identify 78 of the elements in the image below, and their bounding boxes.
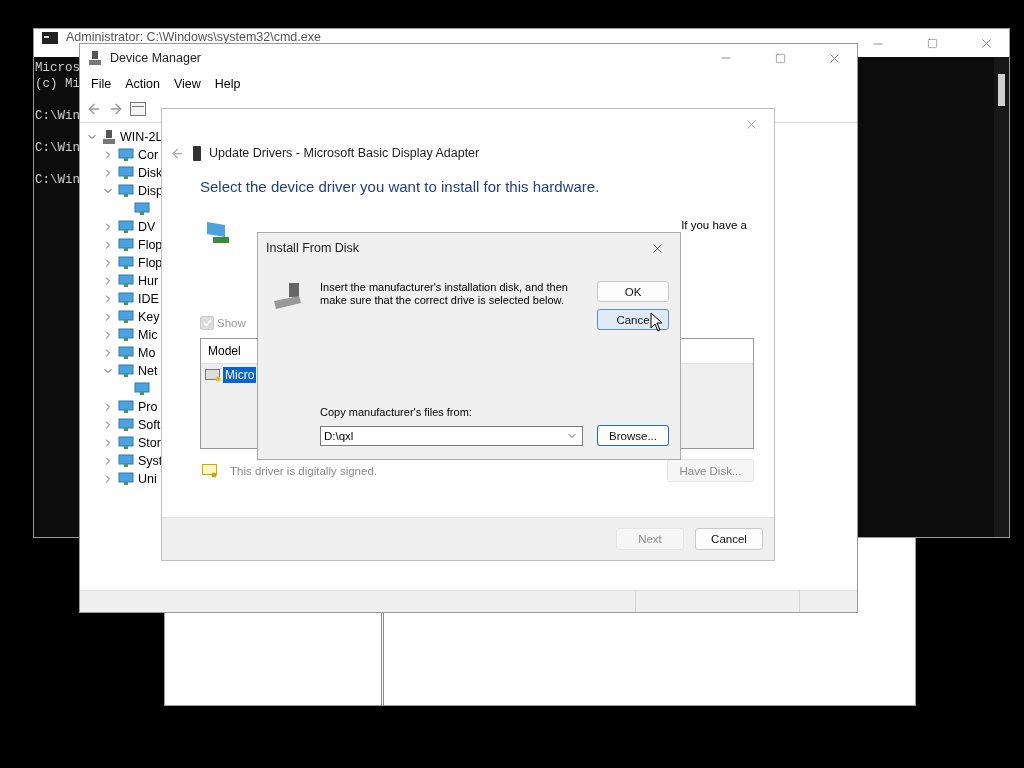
device-category-icon xyxy=(118,148,134,162)
maximize-icon[interactable] xyxy=(774,52,786,64)
disk-drive-icon xyxy=(272,281,303,311)
device-category-icon xyxy=(118,256,134,270)
column-header[interactable]: Model xyxy=(208,344,241,358)
tree-item[interactable]: Flop xyxy=(138,238,163,252)
dialog-button[interactable]: OK xyxy=(597,281,669,302)
tree-item[interactable]: WIN-2L xyxy=(120,130,163,144)
device-icon xyxy=(193,145,201,161)
tree-item[interactable]: Flop xyxy=(138,256,163,270)
path-combo-box[interactable]: D:\qxl xyxy=(320,425,583,446)
list-item[interactable]: Micro xyxy=(223,367,257,383)
checkbox-label: Show xyxy=(217,317,246,329)
device-icon xyxy=(134,382,150,396)
device-category-icon xyxy=(118,364,134,378)
maximize-icon[interactable] xyxy=(926,38,938,49)
dialog-heading: Select the device driver you want to install for this hardware. xyxy=(200,178,601,195)
display-adapter-icon xyxy=(205,219,231,245)
instruction-text: Insert the manufacturer's installation disk, and then make sure that the correct drive is selected below. xyxy=(320,281,569,307)
console-line: Micros xyxy=(35,60,80,76)
menu-item[interactable]: File xyxy=(84,77,119,91)
tree-item[interactable]: Soft xyxy=(138,418,161,432)
tree-item[interactable]: Mic xyxy=(138,328,158,342)
console-prompt: C:\Win xyxy=(35,108,80,124)
certificate-icon xyxy=(202,463,218,478)
tree-item[interactable]: Cor xyxy=(138,148,159,162)
device-category-icon xyxy=(118,184,134,198)
tree-item[interactable]: DV xyxy=(138,220,156,234)
device-category-icon xyxy=(118,454,134,468)
footer-button[interactable]: Cancel xyxy=(695,528,763,550)
tree-item[interactable]: Disk xyxy=(138,166,163,180)
device-category-icon xyxy=(118,166,134,180)
tree-item[interactable]: Key xyxy=(138,310,160,324)
console-prompt: C:\Win xyxy=(35,172,80,188)
tree-item[interactable]: Net xyxy=(138,364,158,378)
field-label: Copy manufacturer's files from: xyxy=(320,406,473,418)
menu-item[interactable]: View xyxy=(166,77,208,91)
tree-item[interactable]: Hur xyxy=(138,274,159,288)
tree-item[interactable]: Mo xyxy=(138,346,156,360)
computer-icon xyxy=(102,129,116,145)
menu-item[interactable]: Help xyxy=(207,77,248,91)
device-icon xyxy=(134,202,150,216)
dialog-title: Update Drivers - Microsoft Basic Display Adapter xyxy=(209,146,480,160)
device-category-icon xyxy=(118,310,134,324)
console-line: (c) Mi xyxy=(35,76,80,92)
device-category-icon xyxy=(118,400,134,414)
tree-item[interactable]: IDE xyxy=(138,292,159,306)
forward-icon[interactable] xyxy=(108,101,124,117)
device-category-icon xyxy=(118,274,134,288)
tree-item[interactable]: Uni xyxy=(138,472,157,486)
device-category-icon xyxy=(118,436,134,450)
back-icon[interactable] xyxy=(170,145,185,161)
scrollbar[interactable] xyxy=(994,57,1009,537)
dialog-title: Install From Disk xyxy=(266,241,360,255)
device-category-icon xyxy=(118,220,134,234)
menu-item[interactable]: Action xyxy=(118,77,167,91)
tree-item[interactable]: Stor xyxy=(138,436,161,450)
dialog-button[interactable]: Cance xyxy=(597,309,669,330)
console-prompt: C:\Win xyxy=(35,140,80,156)
device-category-icon xyxy=(118,238,134,252)
back-icon[interactable] xyxy=(86,101,102,117)
description-text: If you have a xyxy=(681,219,747,231)
driver-icon xyxy=(205,368,221,382)
device-category-icon xyxy=(118,472,134,486)
signed-note: This driver is digitally signed. xyxy=(230,464,377,477)
device-category-icon xyxy=(118,418,134,432)
browse-button[interactable]: Browse... xyxy=(597,425,669,446)
device-category-icon xyxy=(118,328,134,342)
device-category-icon xyxy=(118,292,134,306)
window-title: Device Manager xyxy=(110,51,201,65)
window-title: Administrator: C:\Windows\system32\cmd.exe xyxy=(66,30,321,44)
tree-item[interactable]: Syst xyxy=(138,454,163,468)
properties-icon[interactable] xyxy=(130,102,146,116)
device-category-icon xyxy=(118,346,134,360)
console-icon xyxy=(42,32,58,44)
computer-icon xyxy=(88,50,102,66)
mouse-cursor-icon xyxy=(650,312,663,332)
tree-item[interactable]: Pro xyxy=(138,400,158,414)
